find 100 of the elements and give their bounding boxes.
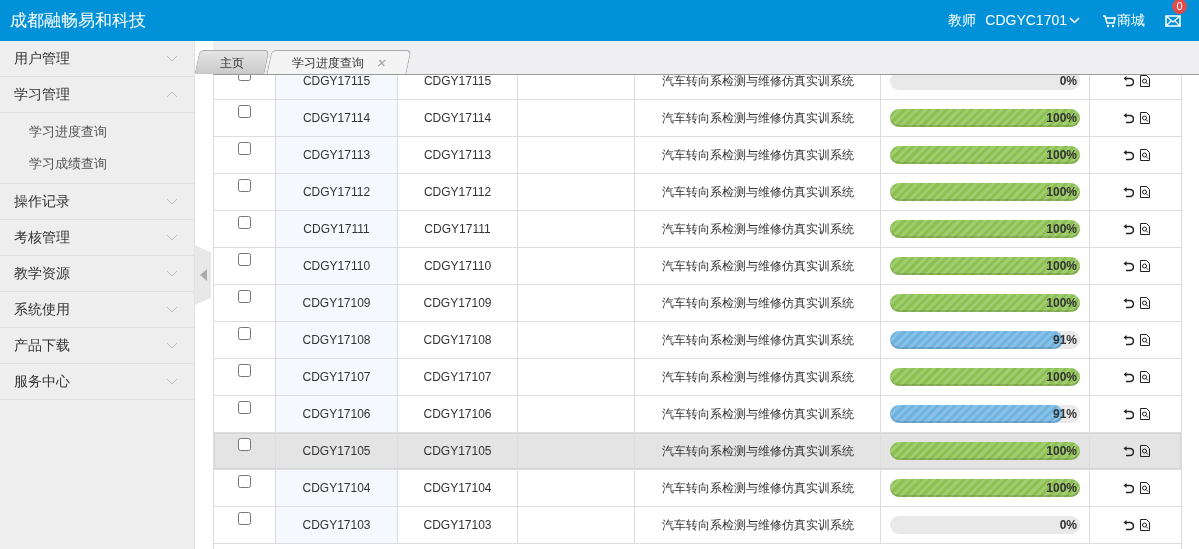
table-cell-text: CDGY17114: [302, 110, 371, 127]
row-checkbox[interactable]: [238, 438, 251, 451]
document-search-icon[interactable]: [1139, 260, 1150, 272]
document-search-icon[interactable]: [1139, 186, 1150, 198]
progress-label: 100%: [1046, 295, 1077, 312]
table-row[interactable]: CDGY17114 CDGY17114 汽车转向系检测与维修仿真实训系统 100%: [214, 100, 1181, 137]
row-checkbox[interactable]: [238, 105, 251, 118]
sidebar-menu-item[interactable]: 用户管理: [0, 41, 194, 77]
progress-label: 100%: [1046, 443, 1077, 460]
progress-label: 100%: [1046, 110, 1077, 127]
document-search-icon[interactable]: [1139, 408, 1150, 420]
reset-icon[interactable]: [1122, 297, 1134, 309]
tab[interactable]: 主页: [194, 50, 270, 74]
messages-button[interactable]: [1165, 12, 1183, 29]
document-search-icon[interactable]: [1139, 445, 1150, 457]
document-search-icon[interactable]: [1139, 334, 1150, 346]
document-search-icon[interactable]: [1139, 297, 1150, 309]
table-cell-text: CDGY17106: [423, 406, 492, 423]
table-cell-text: CDGY17108: [302, 332, 371, 349]
reset-icon[interactable]: [1122, 223, 1134, 235]
document-search-icon[interactable]: [1139, 75, 1150, 87]
row-checkbox[interactable]: [238, 216, 251, 229]
sidebar-menu-item[interactable]: 操作记录: [0, 184, 194, 220]
table-row[interactable]: CDGY17110 CDGY17110 汽车转向系检测与维修仿真实训系统 100%: [214, 248, 1181, 285]
table-cell-text: CDGY17113: [423, 147, 492, 164]
table-cell: 汽车转向系检测与维修仿真实训系统: [661, 75, 854, 90]
table-cell-text: CDGY17109: [302, 295, 371, 312]
row-checkbox[interactable]: [238, 512, 251, 525]
role-label: 教师: [948, 11, 977, 30]
progress-label: 100%: [1046, 258, 1077, 275]
table-cell-text: CDGY17110: [423, 258, 492, 275]
reset-icon[interactable]: [1122, 75, 1134, 87]
row-checkbox[interactable]: [238, 327, 251, 340]
table-cell-text: 汽车转向系检测与维修仿真实训系统: [661, 110, 854, 127]
table-row[interactable]: CDGY17103 CDGY17103 汽车转向系检测与维修仿真实训系统 0%: [214, 507, 1181, 544]
document-search-icon[interactable]: [1139, 112, 1150, 124]
row-checkbox[interactable]: [238, 290, 251, 303]
chevron-down-icon: [166, 378, 178, 385]
table-cell-text: 汽车转向系检测与维修仿真实训系统: [661, 295, 854, 312]
reset-icon[interactable]: [1122, 519, 1134, 531]
message-count-badge: 0: [1172, 0, 1187, 14]
reset-icon[interactable]: [1122, 408, 1134, 420]
sidebar-menu-item[interactable]: 产品下载: [0, 328, 194, 364]
progress-label: 0%: [1059, 517, 1077, 534]
table-cell-text: CDGY17103: [423, 517, 492, 534]
sidebar-menu-item[interactable]: 学习管理: [0, 77, 194, 113]
reset-icon[interactable]: [1122, 260, 1134, 272]
row-checkbox[interactable]: [238, 253, 251, 266]
table-cell-text: CDGY17110: [302, 258, 371, 275]
sidebar-toggle[interactable]: [195, 245, 211, 305]
table-row[interactable]: CDGY17112 CDGY17112 汽车转向系检测与维修仿真实训系统 100%: [214, 174, 1181, 211]
table-cell-text: 汽车转向系检测与维修仿真实训系统: [661, 147, 854, 164]
table-row[interactable]: CDGY17113 CDGY17113 汽车转向系检测与维修仿真实训系统 100%: [214, 137, 1181, 174]
table-cell-text: 汽车转向系检测与维修仿真实训系统: [661, 406, 854, 423]
reset-icon[interactable]: [1122, 186, 1134, 198]
table-cell-text: CDGY17109: [423, 295, 492, 312]
progress-label: 100%: [1046, 369, 1077, 386]
reset-icon[interactable]: [1122, 334, 1134, 346]
reset-icon[interactable]: [1122, 149, 1134, 161]
table-row[interactable]: CDGY17115 CDGY17115 汽车转向系检测与维修仿真实训系统 0%: [214, 75, 1181, 100]
tab[interactable]: 学习进度查询: [266, 50, 412, 74]
table-cell-text: CDGY17105: [423, 443, 492, 460]
table-cell-text: 汽车转向系检测与维修仿真实训系统: [661, 184, 854, 201]
document-search-icon[interactable]: [1139, 482, 1150, 494]
table-cell-text: CDGY17111: [424, 221, 491, 238]
row-checkbox[interactable]: [238, 142, 251, 155]
sidebar-menu-item[interactable]: 教学资源: [0, 256, 194, 292]
reset-icon[interactable]: [1122, 371, 1134, 383]
cart-icon: [1102, 13, 1116, 28]
document-search-icon[interactable]: [1139, 223, 1150, 235]
table-row[interactable]: CDGY17111 CDGY17111 汽车转向系检测与维修仿真实训系统 100%: [214, 211, 1181, 248]
progress-label: 100%: [1046, 147, 1077, 164]
sidebar-menu-item[interactable]: 服务中心: [0, 364, 194, 400]
table-cell-text: CDGY17114: [423, 110, 492, 127]
row-checkbox[interactable]: [238, 364, 251, 377]
document-search-icon[interactable]: [1139, 371, 1150, 383]
table-cell-text: CDGY17107: [302, 369, 371, 386]
sidebar-subitem[interactable]: 学习进度查询: [0, 116, 194, 148]
table-cell-text: CDGY17112: [302, 184, 371, 201]
table-cell: CDGY17115: [302, 75, 371, 90]
sidebar-subitem[interactable]: 学习成绩查询: [0, 148, 194, 180]
row-checkbox[interactable]: [238, 475, 251, 488]
document-search-icon[interactable]: [1139, 149, 1150, 161]
document-search-icon[interactable]: [1139, 519, 1150, 531]
row-checkbox[interactable]: [238, 401, 251, 414]
reset-icon[interactable]: [1122, 482, 1134, 494]
reset-icon[interactable]: [1122, 445, 1134, 457]
table-row[interactable]: CDGY17107 CDGY17107 汽车转向系检测与维修仿真实训系统 100%: [214, 359, 1181, 396]
table-row[interactable]: CDGY17109 CDGY17109 汽车转向系检测与维修仿真实训系统 100%: [214, 285, 1181, 322]
table-cell-text: 汽车转向系检测与维修仿真实训系统: [661, 332, 854, 349]
table-cell-text: CDGY17106: [302, 406, 371, 423]
table-cell-text: 汽车转向系检测与维修仿真实训系统: [661, 369, 854, 386]
chevron-down-icon: [166, 306, 178, 313]
table-row[interactable]: CDGY17104 CDGY17104 汽车转向系检测与维修仿真实训系统 100%: [214, 470, 1181, 507]
table-cell-text: CDGY17108: [423, 332, 492, 349]
sidebar-menu-item[interactable]: 考核管理: [0, 220, 194, 256]
table-row[interactable]: CDGY17105 CDGY17105 汽车转向系检测与维修仿真实训系统 100%: [214, 433, 1181, 470]
sidebar-menu-item[interactable]: 系统使用: [0, 292, 194, 328]
row-checkbox[interactable]: [238, 179, 251, 192]
reset-icon[interactable]: [1122, 112, 1134, 124]
